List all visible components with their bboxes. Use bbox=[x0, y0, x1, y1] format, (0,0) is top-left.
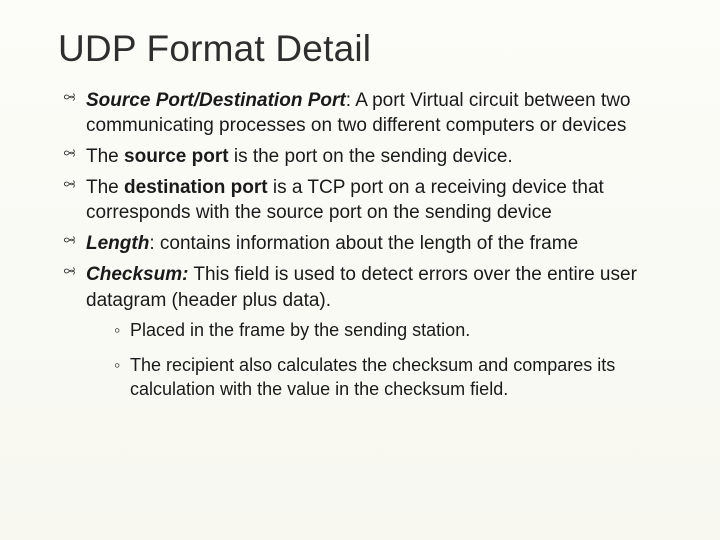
bullet-text: is the port on the sending device. bbox=[229, 146, 513, 167]
bullet-lead: Checksum: bbox=[86, 264, 188, 285]
bullet-item: The source port is the port on the sendi… bbox=[62, 144, 666, 175]
bullet-item: Checksum: This field is used to detect e… bbox=[62, 262, 666, 419]
bullet-pre: The bbox=[86, 146, 124, 167]
sub-list: Placed in the frame by the sending stati… bbox=[86, 319, 666, 414]
bullet-lead: Source Port/Destination Port bbox=[86, 90, 346, 111]
sub-item: Placed in the frame by the sending stati… bbox=[114, 319, 666, 355]
bullet-item: Length: contains information about the l… bbox=[62, 231, 666, 262]
bullet-bold: source port bbox=[124, 146, 229, 167]
slide: UDP Format Detail Source Port/Destinatio… bbox=[0, 0, 720, 540]
sub-item: The recipient also calculates the checks… bbox=[114, 354, 666, 414]
bullet-pre: The bbox=[86, 177, 124, 198]
bullet-bold: destination port bbox=[124, 177, 268, 198]
bullet-item: Source Port/Destination Port: A port Vir… bbox=[62, 88, 666, 144]
bullet-list: Source Port/Destination Port: A port Vir… bbox=[58, 88, 666, 420]
bullet-text: : contains information about the length … bbox=[149, 233, 578, 254]
slide-title: UDP Format Detail bbox=[58, 28, 666, 70]
bullet-item: The destination port is a TCP port on a … bbox=[62, 175, 666, 231]
bullet-lead: Length bbox=[86, 233, 149, 254]
